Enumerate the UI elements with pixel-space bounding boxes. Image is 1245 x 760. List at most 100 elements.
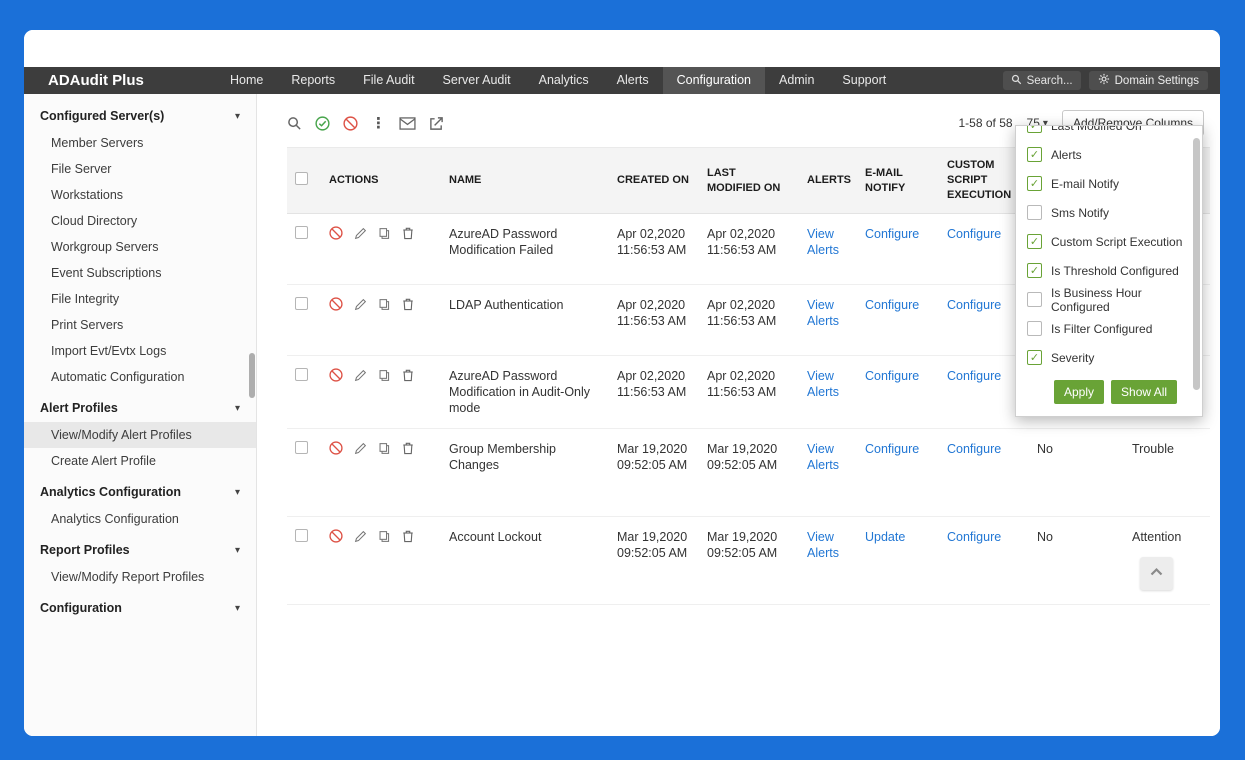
delete-icon[interactable] xyxy=(402,441,414,455)
delete-icon[interactable] xyxy=(402,297,414,311)
column-toggle-last-modified-on[interactable]: ✓ Last Modified On xyxy=(1016,126,1202,140)
export-button[interactable] xyxy=(429,116,444,131)
sidebar: Configured Server(s) ▾ Member Servers Fi… xyxy=(24,94,257,736)
delete-icon[interactable] xyxy=(402,529,414,543)
navbar-right: Search... Domain Settings xyxy=(1002,67,1220,94)
view-alerts-link[interactable]: View Alerts xyxy=(807,369,839,399)
sidebar-item-analytics-configuration[interactable]: Analytics Configuration xyxy=(24,506,256,532)
disable-icon[interactable] xyxy=(329,529,343,543)
custom-script-link[interactable]: Configure xyxy=(947,442,1001,456)
nav-tab-alerts[interactable]: Alerts xyxy=(603,67,663,94)
disable-icon[interactable] xyxy=(329,368,343,382)
row-checkbox[interactable] xyxy=(295,441,308,454)
edit-icon[interactable] xyxy=(354,298,367,311)
sidebar-item-view-modify-alert-profiles[interactable]: View/Modify Alert Profiles xyxy=(24,422,256,448)
sidebar-header-configuration[interactable]: Configuration ▾ xyxy=(24,594,256,622)
sidebar-item-cloud-directory[interactable]: Cloud Directory xyxy=(24,208,256,234)
row-checkbox[interactable] xyxy=(295,368,308,381)
nav-tab-admin[interactable]: Admin xyxy=(765,67,828,94)
delete-icon[interactable] xyxy=(402,226,414,240)
sidebar-item-view-modify-report-profiles[interactable]: View/Modify Report Profiles xyxy=(24,564,256,590)
column-toggle-severity[interactable]: ✓ Severity xyxy=(1016,343,1202,372)
navbar-search[interactable]: Search... xyxy=(1002,71,1081,90)
disable-icon[interactable] xyxy=(329,441,343,455)
view-alerts-link[interactable]: View Alerts xyxy=(807,530,839,560)
row-checkbox[interactable] xyxy=(295,226,308,239)
sidebar-item-print-servers[interactable]: Print Servers xyxy=(24,312,256,338)
checkbox-checked-icon: ✓ xyxy=(1027,234,1042,249)
sidebar-item-file-integrity[interactable]: File Integrity xyxy=(24,286,256,312)
edit-icon[interactable] xyxy=(354,227,367,240)
copy-icon[interactable] xyxy=(378,298,391,311)
edit-icon[interactable] xyxy=(354,442,367,455)
column-toggle-custom-script-execution[interactable]: ✓ Custom Script Execution xyxy=(1016,227,1202,256)
edit-icon[interactable] xyxy=(354,530,367,543)
email-notify-link[interactable]: Update xyxy=(865,530,905,544)
nav-tab-home[interactable]: Home xyxy=(216,67,277,94)
copy-icon[interactable] xyxy=(378,530,391,543)
sidebar-item-workstations[interactable]: Workstations xyxy=(24,182,256,208)
email-notify-link[interactable]: Configure xyxy=(865,369,919,383)
show-all-button[interactable]: Show All xyxy=(1111,380,1178,404)
sidebar-scrollbar-thumb[interactable] xyxy=(249,353,255,398)
column-toggle-is-filter-configured[interactable]: Is Filter Configured xyxy=(1016,314,1202,343)
panel-scrollbar-thumb[interactable] xyxy=(1193,138,1200,390)
sidebar-header-analytics-configuration[interactable]: Analytics Configuration ▾ xyxy=(24,478,256,506)
email-notify-link[interactable]: Configure xyxy=(865,442,919,456)
copy-icon[interactable] xyxy=(378,442,391,455)
delete-icon[interactable] xyxy=(402,368,414,382)
copy-icon[interactable] xyxy=(378,369,391,382)
copy-icon[interactable] xyxy=(378,227,391,240)
edit-icon[interactable] xyxy=(354,369,367,382)
sidebar-header-configured-servers[interactable]: Configured Server(s) ▾ xyxy=(24,102,256,130)
column-toggle-email-notify[interactable]: ✓ E-mail Notify xyxy=(1016,169,1202,198)
column-toggle-sms-notify[interactable]: Sms Notify xyxy=(1016,198,1202,227)
disable-icon[interactable] xyxy=(329,297,343,311)
nav-tab-file-audit[interactable]: File Audit xyxy=(349,67,428,94)
custom-script-link[interactable]: Configure xyxy=(947,530,1001,544)
nav-tab-server-audit[interactable]: Server Audit xyxy=(429,67,525,94)
sidebar-section-report-profiles: Report Profiles ▾ View/Modify Report Pro… xyxy=(24,536,256,590)
sidebar-item-automatic-configuration[interactable]: Automatic Configuration xyxy=(24,364,256,390)
row-checkbox[interactable] xyxy=(295,297,308,310)
view-alerts-link[interactable]: View Alerts xyxy=(807,442,839,472)
apply-button[interactable]: Apply xyxy=(1054,380,1105,404)
column-toggle-is-business-hour-configured[interactable]: Is Business Hour Configured xyxy=(1016,285,1202,314)
column-toggle-is-threshold-configured[interactable]: ✓ Is Threshold Configured xyxy=(1016,256,1202,285)
custom-script-link[interactable]: Configure xyxy=(947,369,1001,383)
brand-logo: ADAudit Plus xyxy=(48,72,144,89)
sidebar-item-file-server[interactable]: File Server xyxy=(24,156,256,182)
domain-settings-button[interactable]: Domain Settings xyxy=(1088,71,1208,90)
created-on-cell: Mar 19,2020 09:52:05 AM xyxy=(609,428,699,517)
sidebar-item-member-servers[interactable]: Member Servers xyxy=(24,130,256,156)
email-notify-link[interactable]: Configure xyxy=(865,298,919,312)
column-toggle-alerts[interactable]: ✓ Alerts xyxy=(1016,140,1202,169)
row-checkbox[interactable] xyxy=(295,529,308,542)
view-alerts-link[interactable]: View Alerts xyxy=(807,227,839,257)
custom-script-link[interactable]: Configure xyxy=(947,227,1001,241)
sidebar-item-create-alert-profile[interactable]: Create Alert Profile xyxy=(24,448,256,474)
enable-alert-button[interactable] xyxy=(315,115,330,131)
nav-tab-configuration[interactable]: Configuration xyxy=(662,67,765,94)
email-notify-link[interactable]: Configure xyxy=(865,227,919,241)
nav-tab-support[interactable]: Support xyxy=(828,67,900,94)
more-options-button[interactable]: ⋮ xyxy=(371,116,386,131)
disable-alert-button[interactable] xyxy=(343,115,358,131)
sidebar-header-report-profiles[interactable]: Report Profiles ▾ xyxy=(24,536,256,564)
sidebar-header-alert-profiles[interactable]: Alert Profiles ▾ xyxy=(24,394,256,422)
nav-tab-analytics[interactable]: Analytics xyxy=(525,67,603,94)
sidebar-item-event-subscriptions[interactable]: Event Subscriptions xyxy=(24,260,256,286)
sidebar-item-workgroup-servers[interactable]: Workgroup Servers xyxy=(24,234,256,260)
search-filter-button[interactable] xyxy=(287,116,302,131)
disable-icon[interactable] xyxy=(329,226,343,240)
column-header-created-on: CREATED ON xyxy=(609,147,699,214)
email-button[interactable] xyxy=(399,116,416,130)
nav-tab-reports[interactable]: Reports xyxy=(277,67,349,94)
sidebar-item-import-evt-logs[interactable]: Import Evt/Evtx Logs xyxy=(24,338,256,364)
last-modified-on-cell: Mar 19,2020 09:52:05 AM xyxy=(699,516,799,605)
scroll-to-top-button[interactable] xyxy=(1140,557,1173,590)
view-alerts-link[interactable]: View Alerts xyxy=(807,298,839,328)
custom-script-link[interactable]: Configure xyxy=(947,298,1001,312)
chevron-down-icon: ▾ xyxy=(234,486,240,498)
select-all-checkbox[interactable] xyxy=(295,171,308,185)
